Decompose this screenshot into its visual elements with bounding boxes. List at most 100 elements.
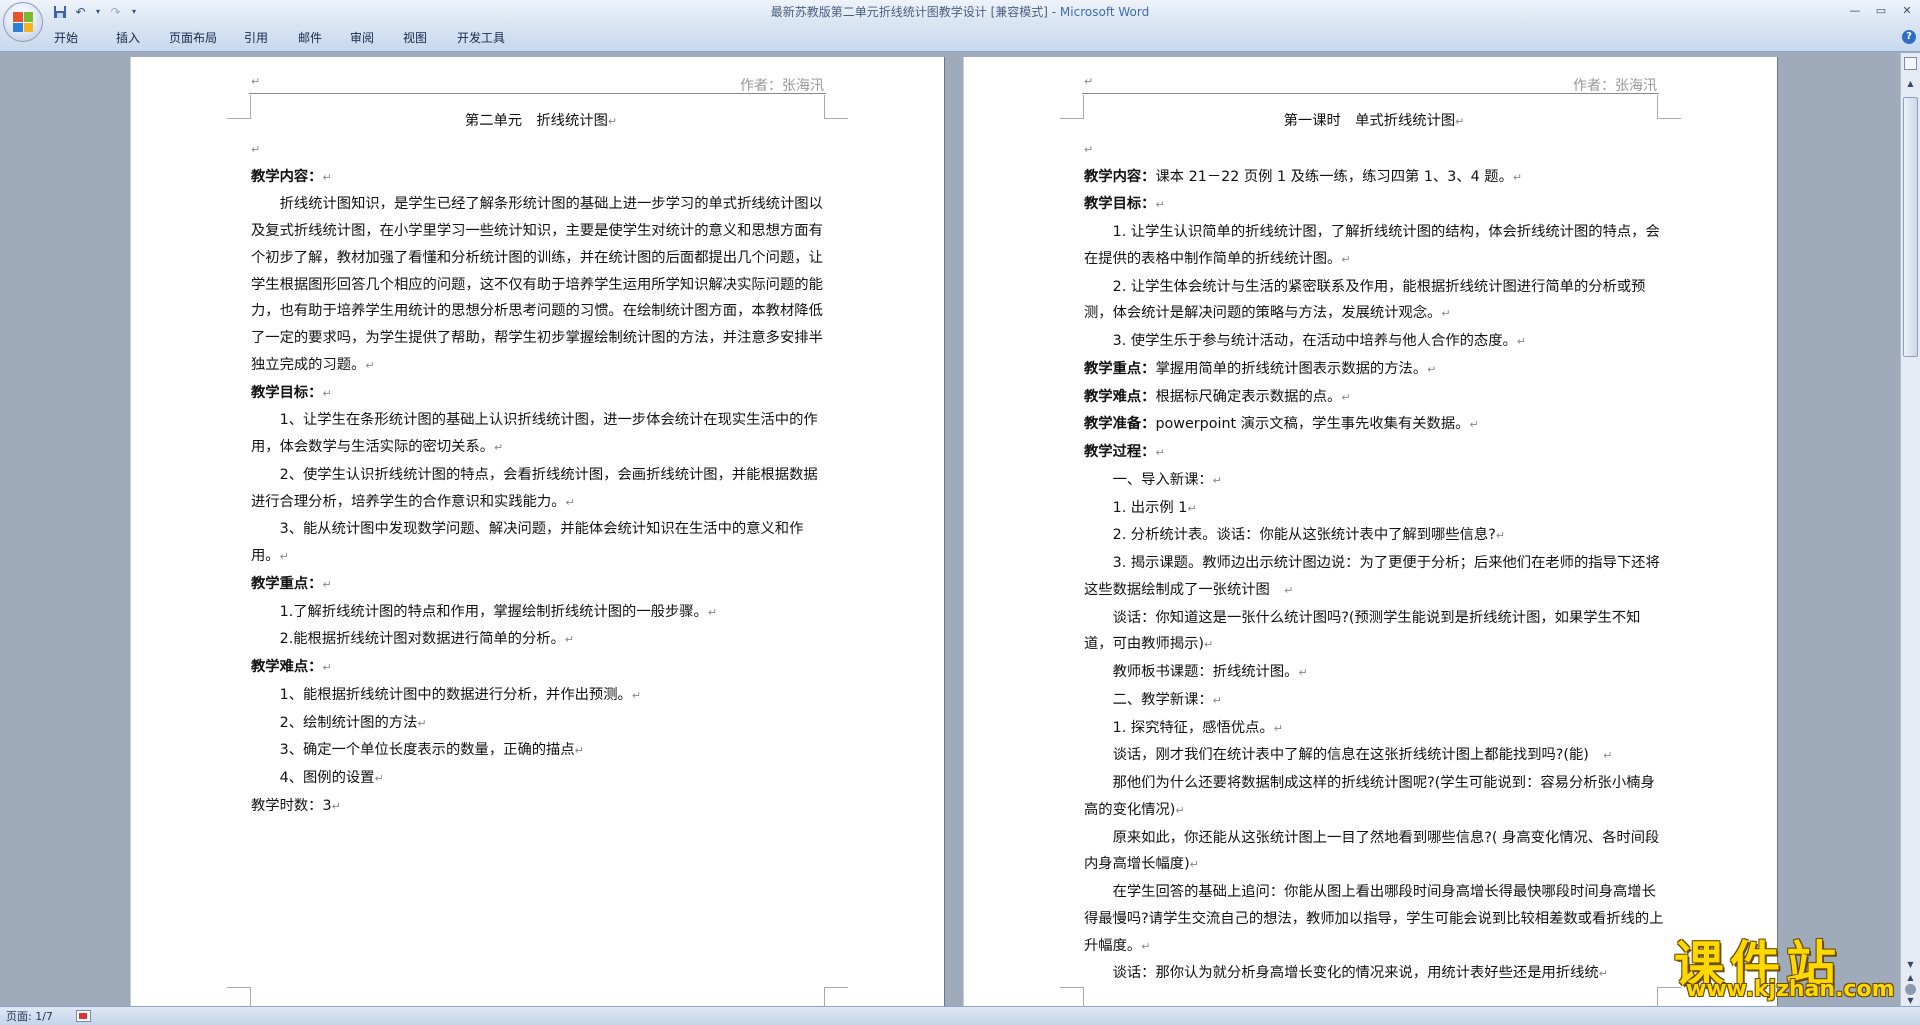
paragraph: 4、图例的设置↵ <box>251 765 831 793</box>
tab-insert[interactable]: 插入 <box>112 24 144 52</box>
paragraph-mark: ↵ <box>1495 529 1506 543</box>
paragraph-mark: ↵ <box>1298 666 1308 679</box>
paragraph-mark: ↵ <box>1212 473 1222 487</box>
paragraph-mark: ↵ <box>1341 390 1351 404</box>
paragraph: 教学准备：powerpoint 演示文稿，学生事先收集有关数据。↵ <box>1084 411 1664 439</box>
section-label: 教学难点： <box>1084 388 1156 405</box>
scroll-up-icon[interactable]: ▲ <box>1904 77 1917 90</box>
paragraph-mark: ↵ <box>1203 638 1214 652</box>
page-count[interactable]: 页面: 1/7 <box>6 1007 53 1025</box>
section-label: 教学目标： <box>251 384 323 401</box>
ribbon-tab-bar: 开始 插入 页面布局 引用 邮件 审阅 视图 开发工具 ? <box>0 24 1920 52</box>
header-rule <box>249 93 826 94</box>
section-label: 教学重点： <box>1084 360 1156 377</box>
paragraph-mark: ↵ <box>374 772 384 785</box>
paragraph-text: 谈话，刚才我们在统计表中了解的信息在这张折线统计图上都能找到吗?(能) <box>1112 747 1604 764</box>
tab-references[interactable]: 引用 <box>241 24 271 52</box>
close-icon[interactable]: ✕ <box>1894 0 1920 20</box>
paragraph-mark: ↵ <box>1516 335 1527 348</box>
watermark-url: www.kjzhan.com <box>1686 977 1895 1002</box>
paragraph-text: 3、能从统计图中发现数学问题、解决问题，并能体会统计知识在生活中的意义和作用。 <box>251 521 804 564</box>
paragraph: 折线统计图知识，是学生已经了解条形统计图的基础上进一步学习的单式折线统计图以及复… <box>251 191 831 379</box>
section-label: 教学内容： <box>1084 168 1156 185</box>
paragraph-text: 3. 揭示课题。教师边出示统计图边说：为了更便于分析；后来他们在老师的指导下还将… <box>1084 555 1660 598</box>
watermark-logo: 课件站 www.kjzhan.com <box>1668 925 1908 1005</box>
paragraph-text: 谈话：你知道这是一张什么统计图吗?(预测学生能说到是折线统计图，如果学生不知道，… <box>1084 609 1641 653</box>
paragraph: 3、能从统计图中发现数学问题、解决问题，并能体会统计知识在生活中的意义和作用。↵ <box>251 516 831 571</box>
paragraph-mark: ↵ <box>1512 170 1523 184</box>
paragraph-mark: ↵ <box>574 744 584 758</box>
paragraph: 第二单元 折线统计图↵ <box>251 108 831 136</box>
tab-page-layout[interactable]: 页面布局 <box>165 24 221 52</box>
undo-dropdown-icon[interactable]: ▾ <box>94 5 102 20</box>
crop-mark <box>227 95 251 119</box>
section-label: 教学难点： <box>251 659 323 675</box>
redo-icon[interactable]: ↷ <box>108 5 123 20</box>
document-name: 最新苏教版第二单元折线统计图教学设计 [兼容模式] - <box>770 5 1060 19</box>
vertical-scrollbar[interactable]: ▲ ▼ ▲ ▼ <box>1900 53 1920 1006</box>
paragraph-text: powerpoint 演示文稿，学生事先收集有关数据。 <box>1155 416 1470 433</box>
header-rule <box>1082 93 1659 94</box>
crop-mark <box>824 987 848 1006</box>
paragraph: 教学时数：3↵ <box>251 793 831 821</box>
paragraph-text: 那他们为什么还要将数据制成这样的折线统计图呢?(学生可能说到：容易分析张小楠身高… <box>1084 775 1655 818</box>
help-icon[interactable]: ? <box>1902 30 1916 44</box>
page-body[interactable]: 第二单元 折线统计图↵ ↵ 教学内容：↵ 折线统计图知识，是学生已经了解条形统计图的基… <box>251 108 831 821</box>
paragraph: 2、使学生认识折线统计图的特点，会看折线统计图，会画折线统计图，并能根据数据进行… <box>251 462 831 517</box>
paragraph-text: 2. 分析统计表。谈话：你能从这张统计表中了解到哪些信息? <box>1112 527 1496 544</box>
paragraph: 第一课时 单式折线统计图↵ <box>1084 108 1664 136</box>
paragraph-mark: ↵ <box>1469 418 1479 432</box>
paragraph: 教学重点：掌握用简单的折线统计图表示数据的方法。↵ <box>1084 356 1664 384</box>
paragraph: 在学生回答的基础上追问：你能从图上看出哪段时间身高增长得最快哪段时间身高增长得最… <box>1084 879 1664 960</box>
paragraph: 教学难点：↵ <box>251 654 831 682</box>
paragraph-mark: ↵ <box>607 115 618 128</box>
paragraph-mark: ↵ <box>1273 721 1283 735</box>
paragraph-mark: ↵ <box>1441 307 1451 321</box>
paragraph-mark: ↵ <box>1603 749 1613 763</box>
document-page-2: ↵ 作者：张海汛 第一课时 单式折线统计图↵ ↵ 教学内容：课本 21－22 页例 … <box>963 57 1778 1006</box>
paragraph-text: 3. 使学生乐于参与统计活动，在活动中培养与他人合作的态度。 <box>1112 333 1517 349</box>
office-button[interactable] <box>3 2 43 42</box>
paragraph-text: 1. 让学生认识简单的折线统计图，了解折线统计图的结构，体会折线统计图的特点，会… <box>1084 224 1660 267</box>
section-label: 教学内容： <box>251 168 323 185</box>
undo-icon[interactable]: ↶ <box>73 5 88 20</box>
paragraph-text: 在学生回答的基础上追问：你能从图上看出哪段时间身高增长得最快哪段时间身高增长得最… <box>1084 884 1664 954</box>
paragraph: 2. 让学生体会统计与生活的紧密联系及作用，能根据折线统计图进行简单的分析或预测… <box>1084 274 1664 329</box>
tab-view[interactable]: 视图 <box>400 24 430 52</box>
paragraph: 教学难点：根据标尺确定表示数据的点。↵ <box>1084 384 1664 412</box>
paragraph: 1、让学生在条形统计图的基础上认识折线统计图，进一步体会统计在现实生活中的作用，… <box>251 407 831 462</box>
title-bar: ↶ ▾ ↷ ▾ 最新苏教版第二单元折线统计图教学设计 [兼容模式] - Micr… <box>0 0 1920 24</box>
paragraph-mark: ↵ <box>365 358 375 372</box>
crop-mark <box>227 987 251 1006</box>
tab-home[interactable]: 开始 <box>50 24 82 52</box>
paragraph-text: 教师板书课题：折线统计图。 <box>1112 664 1299 680</box>
paragraph-text: 1、让学生在条形统计图的基础上认识折线统计图，进一步体会统计在现实生活中的作用，… <box>251 412 818 455</box>
maximize-icon[interactable]: ▭ <box>1868 0 1894 20</box>
save-icon[interactable] <box>52 5 67 20</box>
page-body[interactable]: 第一课时 单式折线统计图↵ ↵ 教学内容：课本 21－22 页例 1 及练一练，练习… <box>1084 108 1664 988</box>
paragraph-mark: ↵ <box>331 799 341 813</box>
section-label: 教学目标： <box>1084 196 1156 213</box>
paragraph-text: 2. 让学生体会统计与生活的紧密联系及作用，能根据折线统计图进行简单的分析或预测… <box>1084 278 1646 322</box>
view-ruler-icon[interactable] <box>1904 57 1917 70</box>
tab-developer[interactable]: 开发工具 <box>453 24 509 52</box>
proofing-icon[interactable] <box>76 1010 91 1022</box>
paragraph: 1. 出示例 1↵ <box>1084 495 1664 523</box>
scroll-thumb[interactable] <box>1903 97 1918 357</box>
paragraph-text: 一、导入新课： <box>1112 471 1213 488</box>
document-page-1: ↵ 作者：张海汛 第二单元 折线统计图↵ ↵ 教学内容：↵ 折线统计图知识，是学生已经… <box>130 57 945 1006</box>
customize-toolbar-icon[interactable]: ▾ <box>129 5 139 20</box>
paragraph-text: 教学时数：3 <box>251 797 332 814</box>
tab-mailings[interactable]: 邮件 <box>295 24 325 52</box>
paragraph-mark: ↵ <box>1427 362 1437 376</box>
section-label: 教学重点： <box>251 575 323 592</box>
header-author: 作者：张海汛 <box>740 78 824 94</box>
paragraph-mark: ↵ <box>1189 858 1199 872</box>
paragraph-mark: ↵ <box>1175 803 1185 817</box>
minimize-icon[interactable]: — <box>1842 0 1868 20</box>
document-workspace: ↵ 作者：张海汛 第二单元 折线统计图↵ ↵ 教学内容：↵ 折线统计图知识，是学生已经… <box>0 53 1900 1006</box>
paragraph-mark: ↵ <box>1155 446 1165 459</box>
paragraph: 教学过程：↵ <box>1084 439 1664 467</box>
paragraph: ↵ <box>1084 136 1664 164</box>
tab-review[interactable]: 审阅 <box>347 24 377 52</box>
